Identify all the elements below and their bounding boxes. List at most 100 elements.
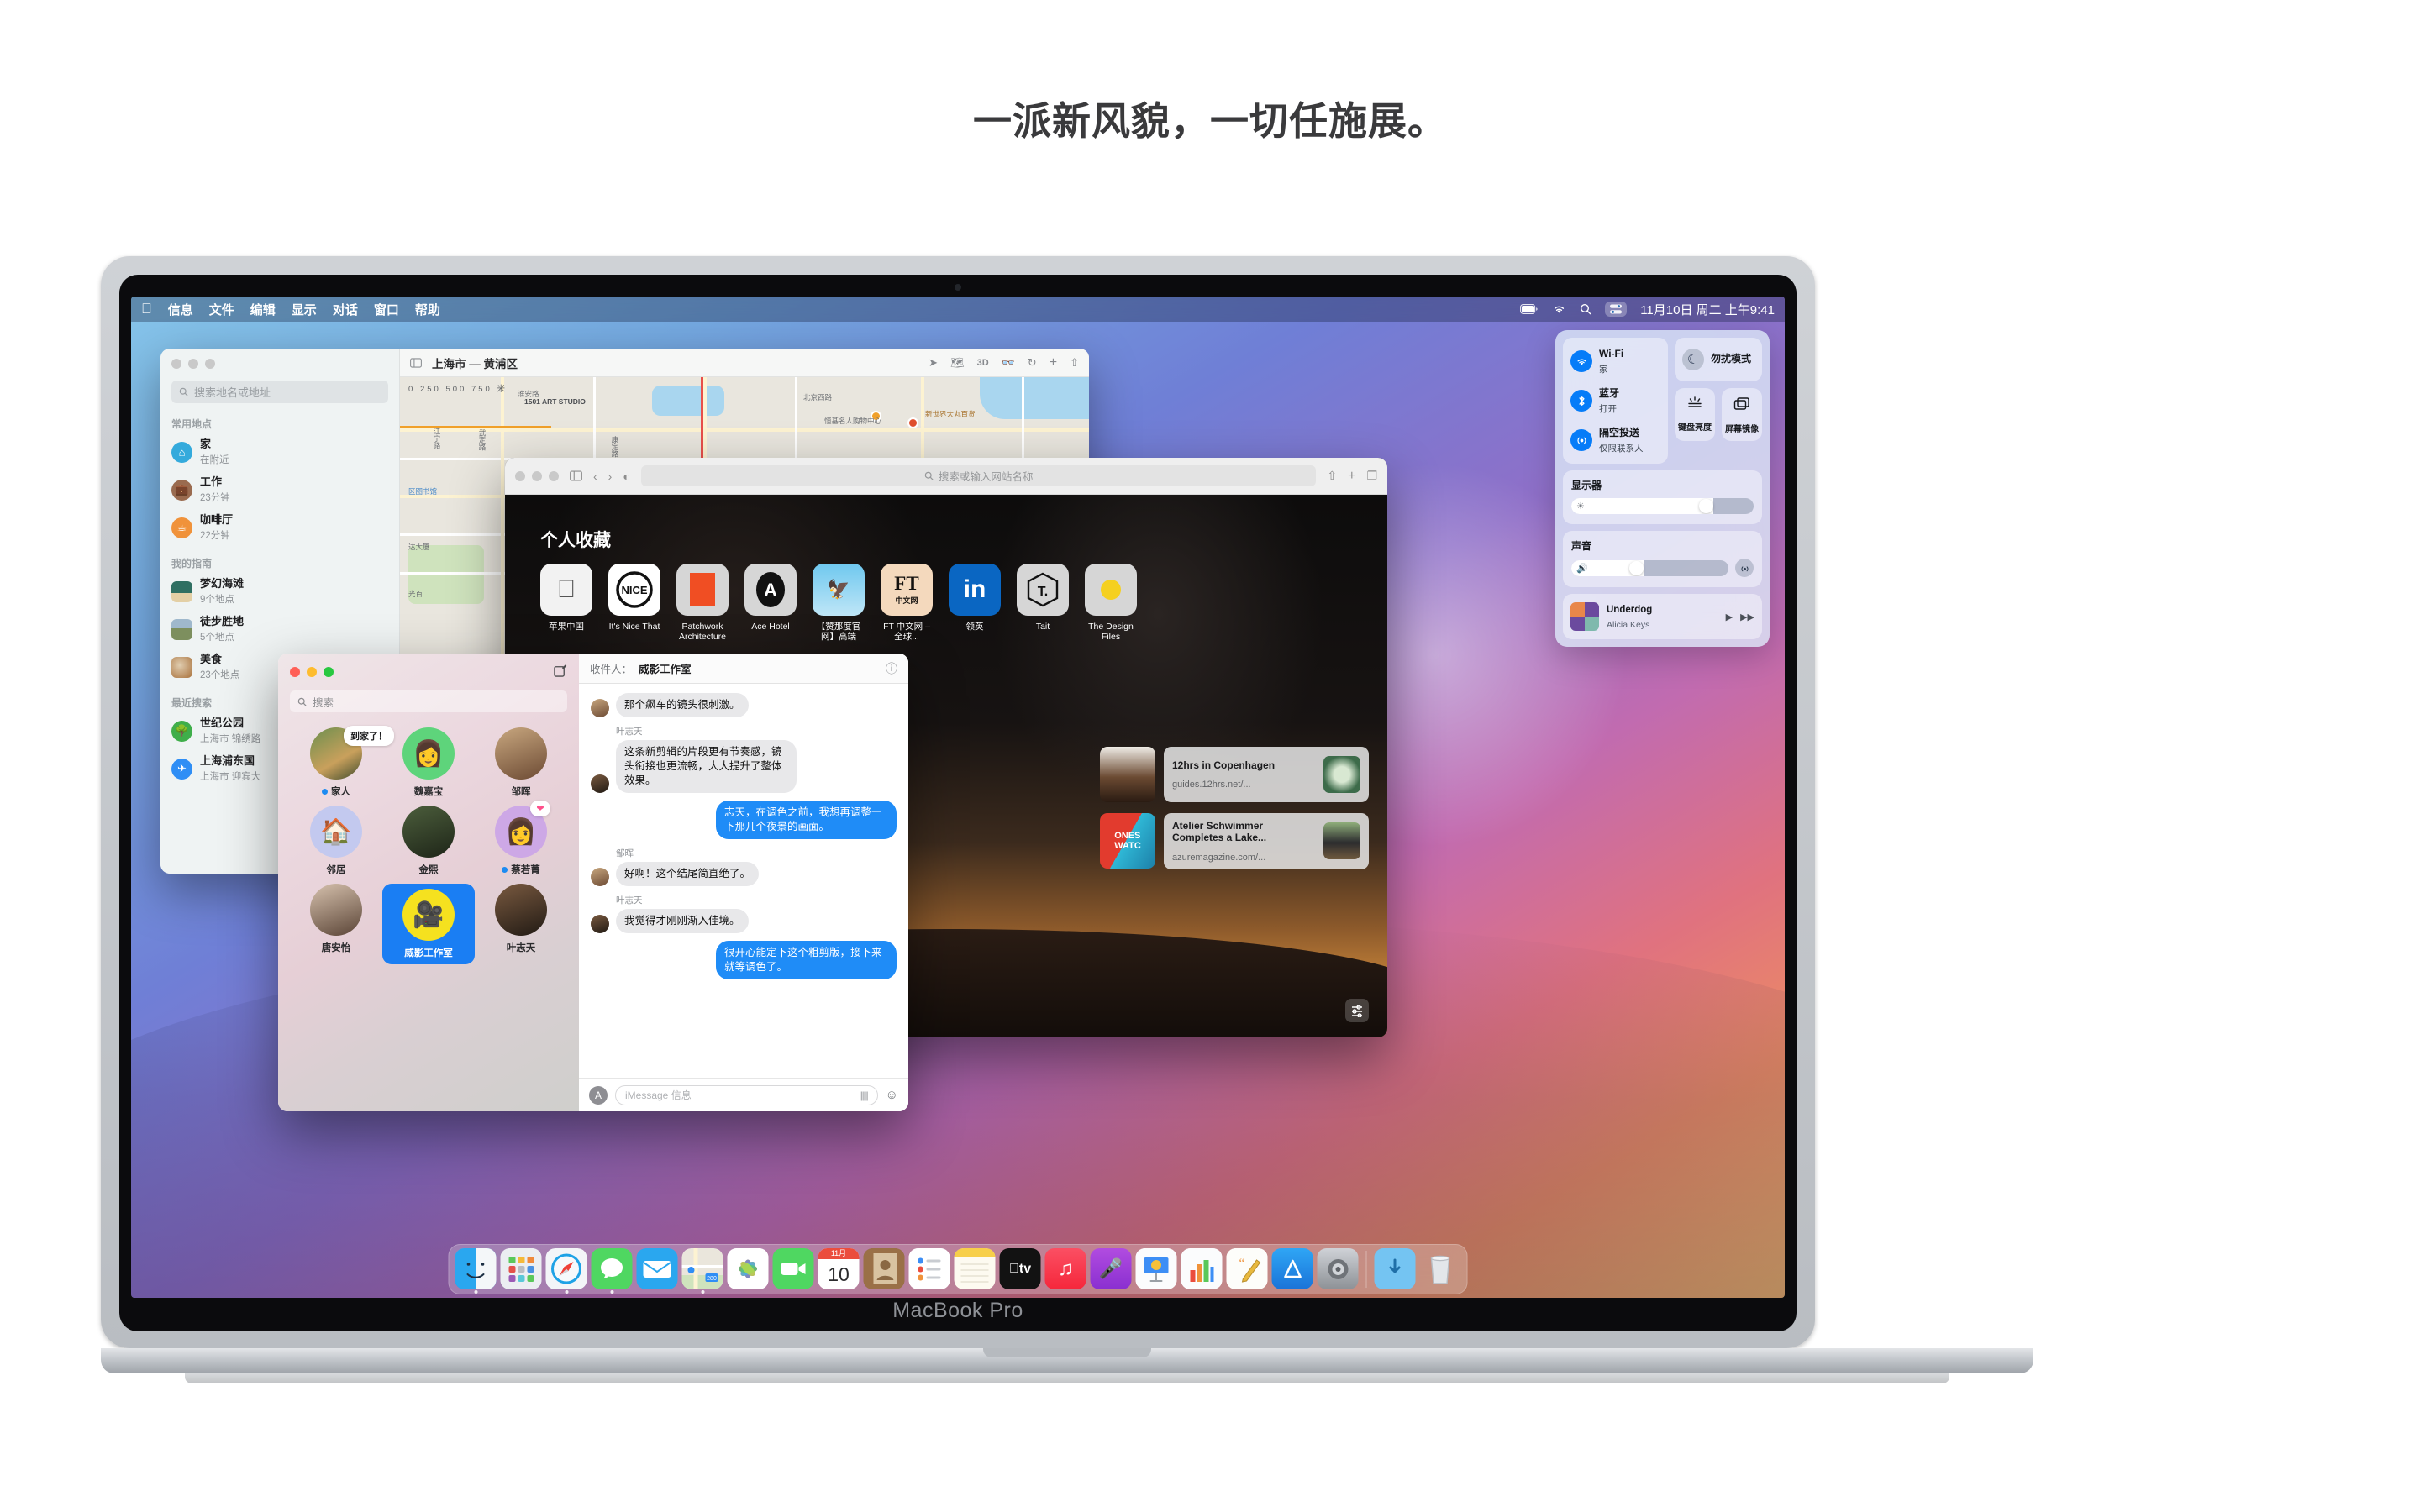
menu-item-file[interactable]: 文件 (209, 301, 234, 318)
contact-zouhui[interactable]: 邹晖 (475, 727, 567, 798)
dock-item-pages[interactable]: “ (1226, 1248, 1268, 1289)
maps-place-cafe[interactable]: ☕ 咖啡厅 22分钟 (171, 512, 388, 543)
zoom-in-icon[interactable]: + (1050, 355, 1057, 370)
contact-jinxi[interactable]: 金熙 (382, 806, 475, 876)
new-tab-icon[interactable]: + (1348, 469, 1355, 484)
message-bubble[interactable]: 这条新剪辑的片段更有节奏感，镜头衔接也更流畅，大大提升了整体效果。 (616, 740, 797, 793)
map-pin[interactable] (908, 417, 918, 428)
binoculars-icon[interactable]: 👓 (1002, 356, 1015, 370)
dock-item-contacts[interactable] (863, 1248, 905, 1289)
conversation-info-icon[interactable]: ⓘ (886, 660, 897, 677)
compose-icon[interactable] (554, 664, 567, 680)
messages-window-controls[interactable] (290, 667, 334, 677)
maps-place-home[interactable]: ⌂ 家在附近 (171, 437, 388, 467)
dock-item-appstore[interactable] (1271, 1248, 1313, 1289)
favorite-item[interactable]: FT 中文网 FT 中文网 – 全球... (881, 564, 933, 643)
favorite-item[interactable]:  苹果中国 (540, 564, 592, 643)
minimize-button[interactable] (307, 667, 317, 677)
maps-search-input[interactable]: 搜索地名或地址 (171, 381, 388, 403)
dock-item-calendar[interactable]: 11月 10 (818, 1248, 860, 1289)
dock-item-launchpad[interactable] (500, 1248, 542, 1289)
favorite-item[interactable]: A Ace Hotel (744, 564, 797, 643)
screen-mirroring-button[interactable]: 屏幕镜像 (1722, 388, 1762, 441)
dock-item-facetime[interactable] (772, 1248, 814, 1289)
control-center-icon[interactable] (1605, 302, 1628, 317)
share-icon[interactable]: ⇧ (1070, 356, 1079, 370)
messages-window[interactable]: 搜索 到家了！ 家人 👩 魏嘉宝 邹晖 🏠 邻居 金熙 👩 ❤ 蔡若菁 唐安怡 … (278, 654, 908, 1111)
safari-address-bar[interactable]: 搜索或输入网站名称 (640, 465, 1317, 486)
3d-icon[interactable]: 3D (977, 358, 989, 368)
contact-weiying-studio[interactable]: 🎥 威影工作室 (382, 884, 475, 964)
maps-place-work[interactable]: 💼 工作 23分钟 (171, 475, 388, 505)
message-bubble-outgoing[interactable]: 志天，在调色之前，我想再调整一下那几个夜景的画面。 (716, 801, 897, 839)
contact-family[interactable]: 到家了！ 家人 (290, 726, 394, 798)
menu-bar[interactable]:  信息 文件 编辑 显示 对话 窗口 帮助 (131, 297, 1785, 322)
airdrop-toggle[interactable]: 隔空投送 仅限联系人 (1570, 425, 1660, 455)
menu-item-window[interactable]: 窗口 (374, 301, 399, 318)
back-icon[interactable]: ‹ (593, 470, 597, 483)
reading-thumb[interactable] (1100, 747, 1155, 802)
reading-list-item[interactable]: 12hrs in Copenhagen guides.12hrs.net/... (1164, 747, 1369, 802)
control-center-panel[interactable]: Wi-Fi 家 蓝牙 打开 隔空投送 仅限联系人 ☾ 勿扰模式 键盘亮度 屏幕镜… (1555, 330, 1770, 647)
menu-item-edit[interactable]: 编辑 (250, 301, 276, 318)
share-icon[interactable]: ⇧ (1327, 469, 1337, 483)
message-bubble[interactable]: 我觉得才刚刚渐入佳境。 (616, 909, 749, 933)
favorite-item[interactable]: in 领英 (949, 564, 1001, 643)
contact-yezhitian[interactable]: 叶志天 (475, 884, 567, 964)
search-icon[interactable] (1580, 303, 1591, 315)
play-icon[interactable]: ▶ (1726, 612, 1733, 622)
dock-item-finder[interactable] (455, 1248, 497, 1289)
maximize-button[interactable] (549, 470, 559, 481)
battery-icon[interactable] (1520, 304, 1539, 314)
forward-icon[interactable]: › (608, 470, 613, 483)
wifi-icon[interactable] (1552, 304, 1566, 314)
dock-item-appletv[interactable]: tv (999, 1248, 1041, 1289)
contact-tanganyi[interactable]: 唐安怡 (290, 884, 382, 964)
message-bubble[interactable]: 那个飙车的镜头很刺激。 (616, 693, 749, 717)
minimize-button[interactable] (188, 359, 198, 369)
sidebar-icon[interactable] (570, 470, 582, 481)
message-thread[interactable]: 那个飙车的镜头很刺激。 叶志天 这条新剪辑的片段更有节奏感，镜头衔接也更流畅，大… (579, 684, 908, 1078)
contact-weijiabao[interactable]: 👩 魏嘉宝 (382, 727, 475, 798)
dock-item-trash[interactable] (1420, 1248, 1461, 1289)
dock-item-keynote[interactable] (1135, 1248, 1177, 1289)
minimize-button[interactable] (532, 470, 542, 481)
slider-knob[interactable] (1629, 560, 1644, 575)
privacy-report-icon[interactable]: ◐ (623, 470, 629, 483)
app-store-icon[interactable]: A (589, 1085, 608, 1105)
favorite-item[interactable]: NICE It's Nice That (608, 564, 660, 643)
menu-item-conversation[interactable]: 对话 (333, 301, 358, 318)
safari-window-controls[interactable] (515, 470, 559, 481)
maximize-button[interactable] (205, 359, 215, 369)
apple-menu-icon[interactable]:  (141, 301, 152, 318)
tab-overview-icon[interactable]: ❐ (1366, 469, 1377, 483)
maps-guide-beach[interactable]: 梦幻海滩 9个地点 (171, 576, 388, 606)
share-route-icon[interactable]: ↻ (1028, 356, 1037, 370)
menu-item-view[interactable]: 显示 (292, 301, 317, 318)
imessage-input[interactable]: iMessage 信息 ||||| (615, 1084, 878, 1105)
keyboard-brightness-button[interactable]: 键盘亮度 (1675, 388, 1715, 441)
maps-guide-hiking[interactable]: 徒步胜地 5个地点 (171, 614, 388, 644)
bluetooth-toggle[interactable]: 蓝牙 打开 (1570, 386, 1660, 416)
favorite-item[interactable]: Patchwork Architecture (676, 564, 729, 643)
favorite-item[interactable]: The Design Files (1085, 564, 1137, 643)
close-button[interactable] (290, 667, 300, 677)
dock-item-system-preferences[interactable] (1317, 1248, 1359, 1289)
messages-search-input[interactable]: 搜索 (290, 690, 567, 712)
dock-item-messages[interactable] (591, 1248, 633, 1289)
contact-neighbor[interactable]: 🏠 邻居 (290, 806, 382, 876)
favorite-item[interactable]: T. Tait (1017, 564, 1069, 643)
dock-item-safari[interactable] (545, 1248, 587, 1289)
contact-cairuojing[interactable]: 👩 ❤ 蔡若菁 (475, 801, 567, 876)
dock-item-maps[interactable]: 280 (681, 1248, 723, 1289)
dock-item-photos[interactable] (727, 1248, 769, 1289)
menu-item-messages[interactable]: 信息 (168, 301, 193, 318)
close-button[interactable] (515, 470, 525, 481)
dock-item-notes[interactable] (954, 1248, 996, 1289)
reading-list-item[interactable]: Atelier Schwimmer Completes a Lake... az… (1164, 813, 1369, 869)
dock[interactable]: 280 11月 10 tv ♫ 🎤 (448, 1244, 1468, 1294)
menu-bar-clock[interactable]: 11月10日 周二 上午9:41 (1640, 301, 1775, 318)
close-button[interactable] (171, 359, 182, 369)
airplay-icon[interactable] (1735, 559, 1754, 577)
menu-item-help[interactable]: 帮助 (415, 301, 440, 318)
